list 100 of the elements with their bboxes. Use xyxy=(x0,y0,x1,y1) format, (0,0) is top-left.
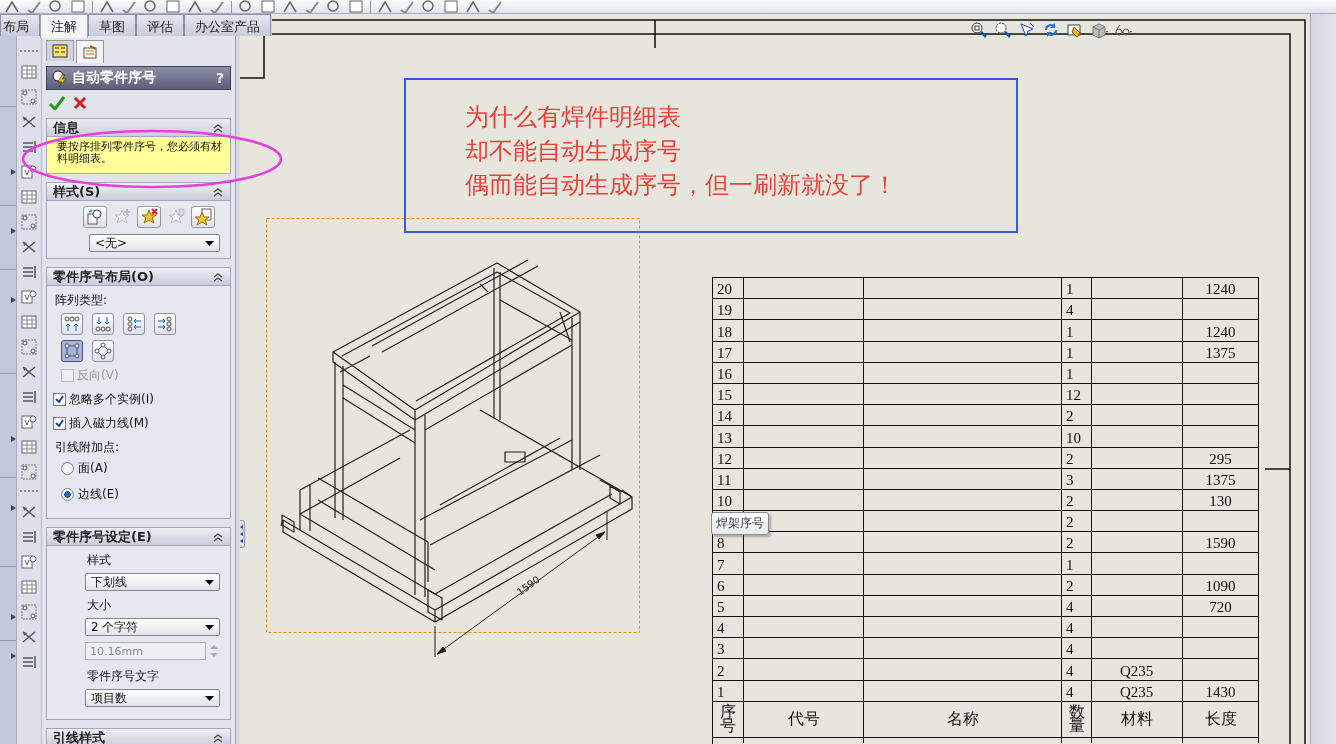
circle-icon[interactable] xyxy=(48,0,64,13)
lines-icon[interactable] xyxy=(20,138,38,156)
caret-shape-icon[interactable] xyxy=(282,0,298,13)
balloon-icon[interactable] xyxy=(20,163,38,181)
triangle-icon[interactable] xyxy=(11,653,16,659)
tab[interactable]: 草图 xyxy=(88,14,136,36)
ok-button[interactable] xyxy=(49,96,65,110)
array-type-button[interactable] xyxy=(61,340,83,362)
rotate-icon[interactable] xyxy=(1042,21,1060,39)
array-type-button[interactable] xyxy=(61,313,83,335)
checkbox-label[interactable]: 插入磁力线(M) xyxy=(69,415,149,432)
radio-button[interactable] xyxy=(61,488,74,501)
tick-icon[interactable] xyxy=(399,0,415,13)
zoom-area-icon[interactable] xyxy=(994,21,1012,39)
table-cell: 12 xyxy=(713,447,744,469)
table-cell: 2 xyxy=(1062,405,1092,427)
table-icon[interactable] xyxy=(20,578,38,596)
triangle-icon[interactable] xyxy=(11,169,16,175)
cancel-button[interactable] xyxy=(73,96,87,110)
section-title: 引线样式 xyxy=(53,728,105,744)
delete-style-button[interactable] xyxy=(136,206,161,228)
lines-icon[interactable] xyxy=(20,653,38,671)
caret-shape-icon[interactable] xyxy=(187,0,203,13)
circle-icon[interactable] xyxy=(143,0,159,13)
circle-icon[interactable] xyxy=(421,0,437,13)
lines-icon[interactable] xyxy=(20,263,38,281)
table-cell: 2 xyxy=(1062,489,1092,512)
array-type-button[interactable] xyxy=(92,340,114,362)
collapse-icon[interactable] xyxy=(212,186,224,197)
balloon-icon[interactable] xyxy=(20,413,38,431)
dropdown[interactable]: 2 个字符 xyxy=(85,618,220,636)
triangle-icon[interactable] xyxy=(11,505,16,511)
style-file-button[interactable] xyxy=(190,206,215,228)
tab[interactable]: 注解 xyxy=(40,14,88,38)
dropdown[interactable]: 下划线 xyxy=(85,573,220,591)
balloon-icon[interactable] xyxy=(20,553,38,571)
load-style-button[interactable] xyxy=(82,206,107,228)
panel-tab[interactable] xyxy=(46,40,74,61)
dimension-line[interactable] xyxy=(434,511,608,658)
field-label: 大小 xyxy=(87,597,112,614)
zoom-fit-icon[interactable] xyxy=(970,21,988,39)
tab[interactable]: 布局 xyxy=(0,14,40,36)
lines-icon[interactable] xyxy=(20,528,38,546)
array-type-button[interactable] xyxy=(123,313,145,335)
circles-icon[interactable] xyxy=(20,338,38,356)
triangle-icon[interactable] xyxy=(11,614,16,620)
radio-label[interactable]: 面(A) xyxy=(78,460,108,477)
tick-icon[interactable] xyxy=(209,0,225,13)
dropdown[interactable]: <无> xyxy=(89,234,220,252)
dropdown-arrow-icon[interactable] xyxy=(205,579,214,585)
tab[interactable]: 评估 xyxy=(136,14,184,36)
array-type-button[interactable] xyxy=(154,313,176,335)
circles-icon[interactable] xyxy=(20,463,38,481)
array-type-button[interactable] xyxy=(92,313,114,335)
circles-icon[interactable] xyxy=(20,88,38,106)
dropdown-arrow-icon[interactable] xyxy=(205,624,214,630)
frame-drawing[interactable] xyxy=(280,259,633,623)
tick-icon[interactable] xyxy=(304,0,320,13)
table-cell: 2 xyxy=(1062,574,1092,596)
table-icon[interactable] xyxy=(20,313,38,331)
tab[interactable]: 办公室产品 xyxy=(184,14,271,36)
caret-shape-icon[interactable] xyxy=(465,0,481,13)
circle-icon[interactable] xyxy=(326,0,342,13)
triangle-icon[interactable] xyxy=(11,436,16,442)
collapse-icon[interactable] xyxy=(212,531,224,542)
dropdown-arrow-icon[interactable] xyxy=(205,695,214,701)
cube-icon[interactable] xyxy=(1090,21,1108,39)
caret-shape-icon[interactable] xyxy=(99,0,115,13)
caret-shape-icon[interactable] xyxy=(377,0,393,13)
tick-icon[interactable] xyxy=(121,0,137,13)
circles-icon[interactable] xyxy=(20,603,38,621)
table-cell: 4 xyxy=(713,617,744,639)
circle-icon[interactable] xyxy=(238,0,254,13)
checkbox-label[interactable]: 忽略多个实例(I) xyxy=(69,391,154,408)
lines-icon[interactable] xyxy=(20,388,38,406)
triangle-icon[interactable] xyxy=(11,228,16,234)
radio-button[interactable] xyxy=(61,462,74,475)
help-button[interactable]: ? xyxy=(215,70,224,86)
note-line: 偶而能自动生成序号，但一刷新就没了！ xyxy=(465,170,897,201)
radio-label[interactable]: 边线(E) xyxy=(78,486,119,503)
table-icon[interactable] xyxy=(20,188,38,206)
display-style-icon[interactable] xyxy=(1066,21,1084,39)
panel-tab[interactable] xyxy=(76,40,104,63)
view-boundary[interactable] xyxy=(266,218,640,633)
triangle-icon[interactable] xyxy=(11,297,16,303)
balloon-icon[interactable] xyxy=(20,288,38,306)
caret-shape-icon[interactable] xyxy=(4,0,20,13)
circles-icon[interactable] xyxy=(20,213,38,231)
pointer-icon[interactable] xyxy=(1018,21,1036,39)
tick-icon[interactable] xyxy=(26,0,42,13)
table-icon[interactable] xyxy=(20,63,38,81)
collapse-icon[interactable] xyxy=(212,122,224,133)
collapse-icon[interactable] xyxy=(212,732,224,743)
table-cell: 4 xyxy=(1062,617,1092,639)
dropdown[interactable]: 项目数 xyxy=(85,689,220,707)
tick-icon[interactable] xyxy=(487,0,503,13)
table-icon[interactable] xyxy=(20,438,38,456)
collapse-icon[interactable] xyxy=(212,271,224,282)
dropdown-arrow-icon[interactable] xyxy=(205,240,214,246)
table-cell: 16 xyxy=(713,362,744,384)
